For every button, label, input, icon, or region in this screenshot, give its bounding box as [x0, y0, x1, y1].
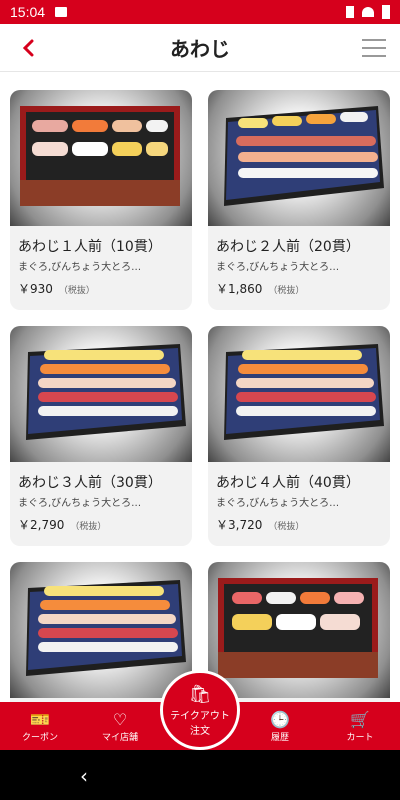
- clock-icon: 🕒: [270, 709, 290, 729]
- product-desc: まぐろ,びんちょう大とろ…: [18, 498, 142, 509]
- product-card[interactable]: あわじ４人前（40貫） まぐろ,びんちょう大とろ… ￥3,720 （税抜）: [208, 326, 390, 546]
- coupon-icon: 🎫: [30, 709, 50, 729]
- gallery-notification-icon: [55, 7, 68, 17]
- price-value: ￥2,790: [18, 518, 65, 532]
- product-price: ￥1,860 （税抜）: [216, 280, 304, 297]
- product-image: [208, 562, 390, 698]
- nav-back-icon[interactable]: ‹: [80, 764, 88, 788]
- tab-label: 履歴: [270, 732, 289, 743]
- price-tax-label: （税抜）: [268, 522, 305, 532]
- product-card[interactable]: あわじ３人前（30貫） まぐろ,びんちょう大とろ… ￥2,790 （税抜）: [10, 326, 192, 546]
- product-image: [10, 562, 192, 698]
- product-list[interactable]: あわじ１人前（10貫） まぐろ,びんちょう大とろ… ￥930 （税抜） あわじ２人…: [0, 72, 400, 702]
- product-price: ￥930 （税抜）: [18, 280, 95, 297]
- product-card[interactable]: あわじ２人前（20貫） まぐろ,びんちょう大とろ… ￥1,860 （税抜）: [208, 90, 390, 310]
- takeout-label-line2: 注文: [190, 725, 210, 737]
- price-value: ￥3,720: [216, 518, 263, 532]
- product-name: あわじ１人前（10貫）: [18, 239, 162, 255]
- tab-history[interactable]: 🕒 履歴: [240, 710, 320, 743]
- product-image: [10, 90, 192, 226]
- price-tax-label: （税抜）: [58, 286, 95, 296]
- product-card[interactable]: [10, 562, 192, 702]
- hamburger-icon[interactable]: [362, 36, 386, 60]
- battery-icon: [382, 5, 390, 19]
- tab-cart[interactable]: 🛒 カート: [320, 710, 400, 743]
- product-name: あわじ３人前（30貫）: [18, 475, 162, 491]
- product-name: あわじ４人前（40貫）: [216, 475, 360, 491]
- product-image: [208, 90, 390, 226]
- back-arrow-icon[interactable]: [16, 36, 40, 60]
- takeout-order-button[interactable]: 🛍 テイクアウト 注文: [160, 670, 240, 750]
- wifi-icon: [362, 7, 374, 17]
- system-navbar: ‹: [0, 750, 400, 800]
- product-image: [208, 326, 390, 462]
- status-time: 15:04: [10, 4, 46, 20]
- tab-coupon[interactable]: 🎫 クーポン: [0, 710, 80, 743]
- price-tax-label: （税抜）: [70, 522, 107, 532]
- product-image: [10, 326, 192, 462]
- status-icons: [346, 5, 390, 19]
- product-card[interactable]: あわじ１人前（10貫） まぐろ,びんちょう大とろ… ￥930 （税抜）: [10, 90, 192, 310]
- tab-label: マイ店舗: [101, 732, 138, 743]
- page-title: あわじ: [170, 37, 230, 61]
- tab-label: カート: [346, 732, 374, 743]
- takeout-label-line1: テイクアウト: [170, 710, 230, 722]
- tab-label: クーポン: [21, 732, 58, 743]
- status-bar: 15:04: [0, 0, 400, 24]
- product-desc: まぐろ,びんちょう大とろ…: [18, 262, 142, 273]
- vibrate-icon: [346, 6, 354, 18]
- heart-icon: ♡: [112, 709, 128, 729]
- price-value: ￥1,860: [216, 282, 263, 296]
- tab-myshop[interactable]: ♡ マイ店舗: [80, 710, 160, 743]
- cart-icon: 🛒: [350, 709, 370, 729]
- app-header: あわじ: [0, 24, 400, 72]
- product-name: あわじ２人前（20貫）: [216, 239, 360, 255]
- product-desc: まぐろ,びんちょう大とろ…: [216, 262, 340, 273]
- product-desc: まぐろ,びんちょう大とろ…: [216, 498, 340, 509]
- price-tax-label: （税抜）: [268, 286, 305, 296]
- takeout-bag-icon: 🛍: [188, 683, 212, 705]
- product-card[interactable]: [208, 562, 390, 702]
- price-value: ￥930: [18, 282, 53, 296]
- product-price: ￥2,790 （税抜）: [18, 516, 106, 533]
- product-price: ￥3,720 （税抜）: [216, 516, 304, 533]
